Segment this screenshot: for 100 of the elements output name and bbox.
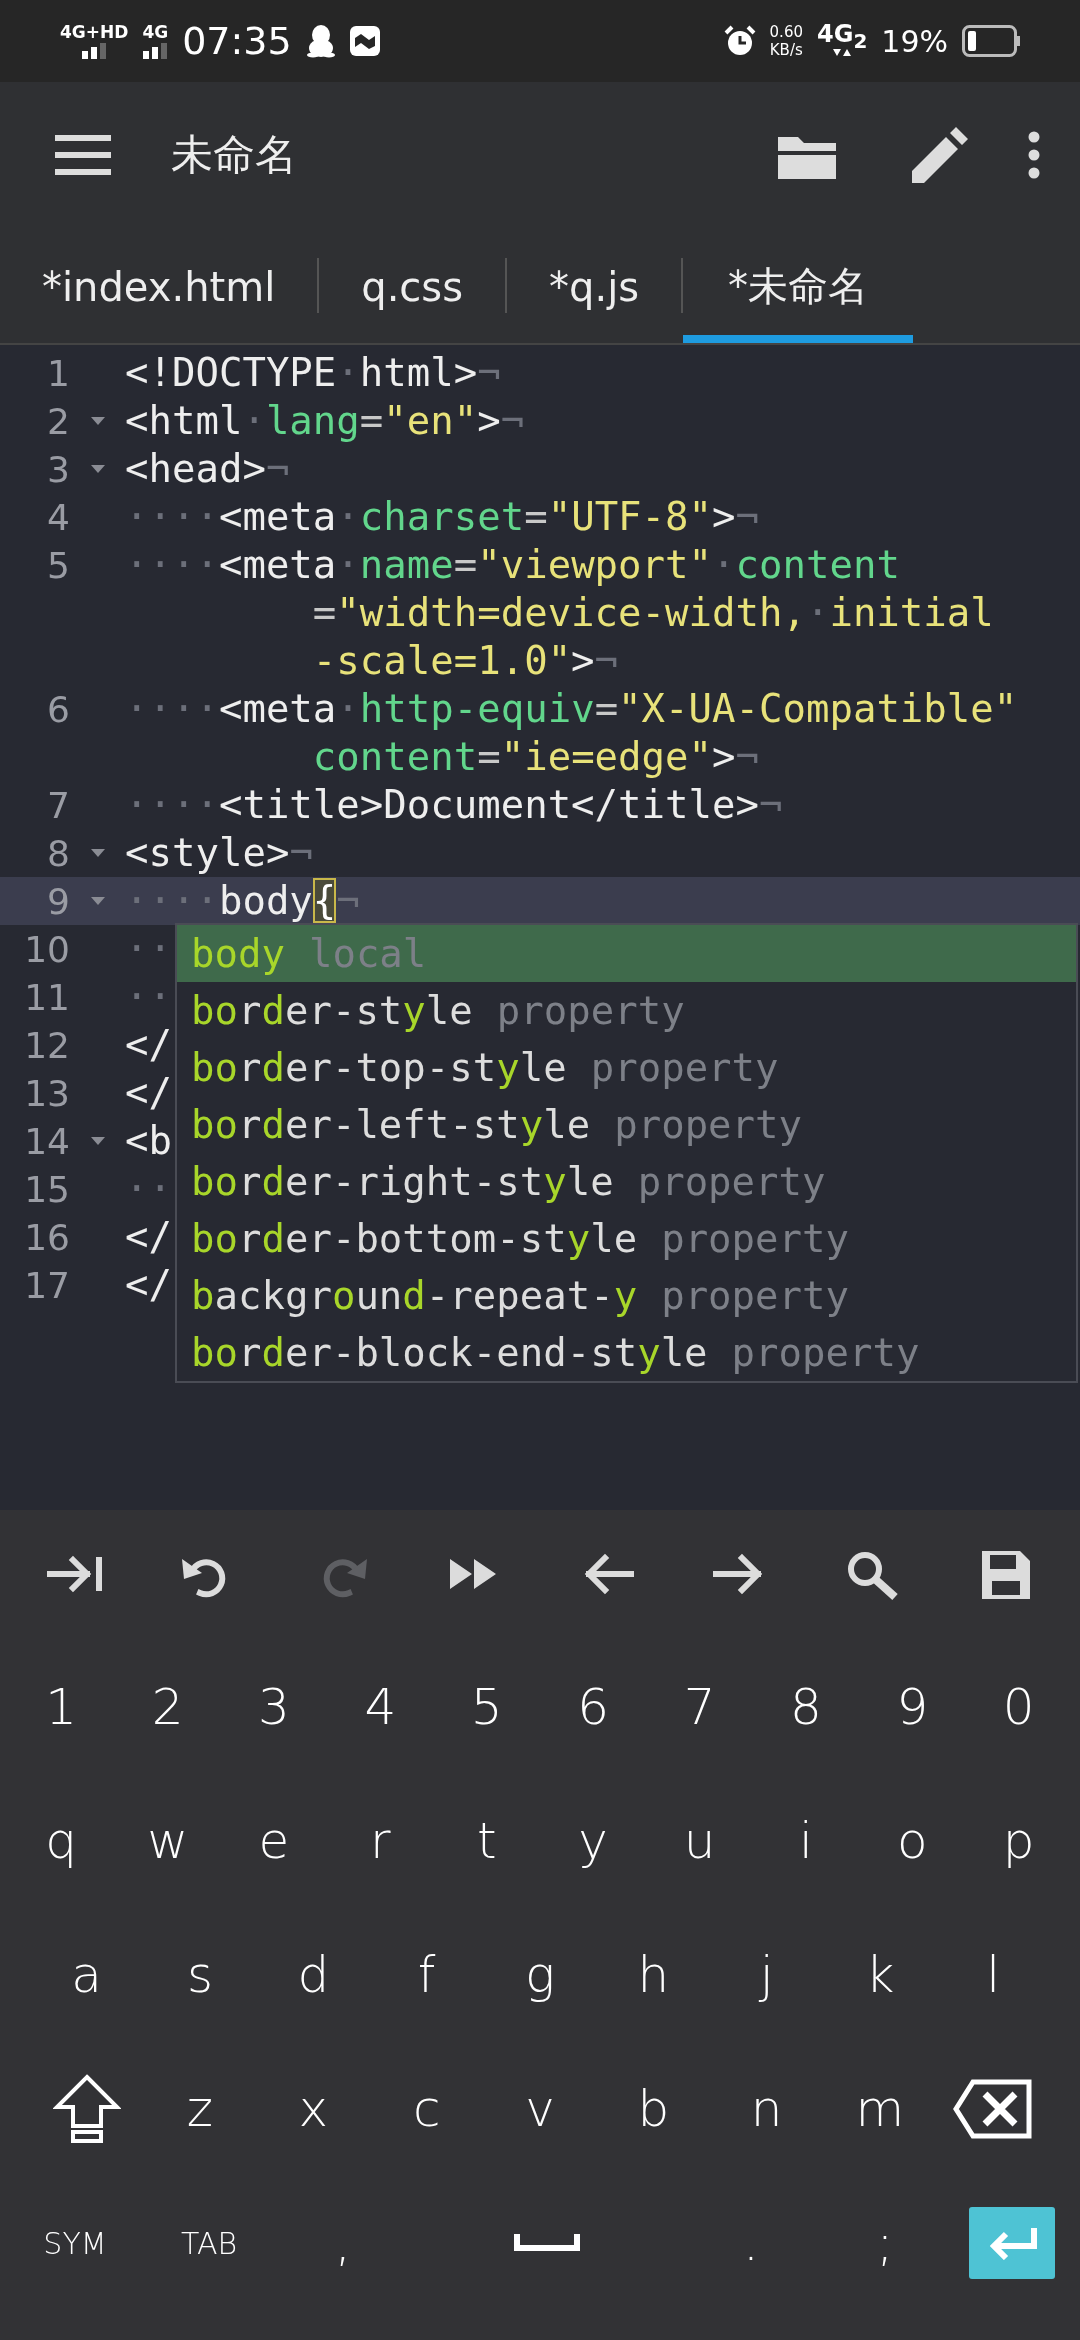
key[interactable]: l (943, 1920, 1044, 2030)
key[interactable]: 1 (11, 1652, 112, 1762)
key[interactable]: e (223, 1786, 324, 1896)
code-line: ·· (125, 973, 172, 1021)
key[interactable]: i (755, 1786, 856, 1896)
code-line: ·· (125, 1165, 172, 1213)
network-type-label: 4G+HD (60, 23, 129, 41)
line-number: 17 (24, 1264, 70, 1306)
key[interactable]: 5 (436, 1652, 537, 1762)
code-line: content="ie=edge">¬ (311, 733, 759, 781)
battery-percentage: 19% (881, 23, 948, 59)
speed-unit: KB/s (769, 41, 803, 59)
key[interactable]: r (330, 1786, 431, 1896)
suggestion-item[interactable]: bo rder-top-style property (177, 1039, 1076, 1096)
code-line: ····<meta·http-equiv="X-UA-Compatible" (125, 685, 1018, 733)
suggestion-item[interactable]: bo rder-right-style property (177, 1153, 1076, 1210)
fold-arrow-icon[interactable] (90, 417, 105, 425)
key[interactable]: z (150, 2054, 250, 2164)
data-arrows-icon (833, 49, 852, 58)
key[interactable]: 9 (862, 1652, 963, 1762)
line-number: 3 (47, 448, 70, 490)
key[interactable]: 2 (117, 1652, 218, 1762)
code-line: <!DOCTYPE·html>¬ (125, 349, 501, 397)
line-number: 6 (47, 688, 70, 730)
key[interactable]: f (376, 1920, 477, 2030)
key[interactable]: b (603, 2054, 704, 2164)
key[interactable]: x (263, 2054, 364, 2164)
file-tab[interactable]: q.css (319, 228, 506, 343)
key[interactable]: t (436, 1786, 537, 1896)
network-type-label: 4G (142, 23, 169, 41)
key[interactable]: y (543, 1786, 644, 1896)
line-number: 12 (24, 1024, 70, 1066)
key[interactable]: s (150, 1920, 250, 2030)
clock-time: 07:35 (182, 19, 292, 63)
fold-arrow-icon[interactable] (90, 1137, 105, 1145)
code-line: -scale=1.0">¬ (311, 637, 619, 685)
code-line: </ (125, 1261, 172, 1309)
key[interactable]: n (716, 2054, 817, 2164)
key[interactable]: h (603, 1920, 704, 2030)
key[interactable]: . (701, 2188, 801, 2298)
suggestion-item[interactable]: bo rder-left-style property (177, 1096, 1076, 1153)
file-tab[interactable]: *q.js (507, 228, 682, 343)
fold-arrow-icon[interactable] (90, 465, 105, 473)
menu-icon (55, 135, 111, 175)
key[interactable]: w (117, 1786, 218, 1896)
key[interactable]: ; (835, 2188, 935, 2298)
key[interactable]: c (376, 2054, 477, 2164)
key[interactable]: g (489, 1920, 590, 2030)
code-line: <b (125, 1117, 172, 1165)
code-line: ····body{¬ (125, 877, 360, 925)
more-options-button[interactable] (1028, 131, 1040, 179)
line-number: 15 (24, 1168, 70, 1210)
line-number: 8 (47, 832, 70, 874)
key[interactable]: 4 (330, 1652, 431, 1762)
fold-arrow-icon[interactable] (90, 897, 105, 905)
suggestion-item[interactable]: bo rder-block-end-style property (177, 1324, 1076, 1381)
suggestion-item[interactable]: background-repeat-y property (177, 1267, 1076, 1324)
key[interactable]: v (489, 2054, 590, 2164)
code-line: ····<meta·charset="UTF-8">¬ (125, 493, 759, 541)
space-bar-icon (514, 2234, 580, 2252)
key[interactable]: 3 (223, 1652, 324, 1762)
suggestion-item[interactable]: body local (177, 925, 1076, 982)
suggestion-item[interactable]: bo rder-style property (177, 982, 1076, 1039)
line-number: 1 (47, 352, 70, 394)
code-line: ····<meta·name="viewport"·content (125, 541, 900, 589)
key[interactable]: TAB (159, 2188, 259, 2298)
key[interactable]: j (716, 1920, 817, 2030)
file-tab[interactable]: *index.html (0, 228, 318, 343)
battery-icon (962, 25, 1020, 57)
suggestion-item[interactable]: bo rder-bottom-style property (177, 1210, 1076, 1267)
key[interactable]: p (968, 1786, 1069, 1896)
key[interactable]: k (829, 1920, 930, 2030)
menu-button[interactable] (55, 135, 111, 175)
fold-arrow-icon[interactable] (90, 849, 105, 857)
code-line: ····<title>Document</title>¬ (125, 781, 783, 829)
signal-bars-icon (82, 41, 107, 59)
code-line: <style>¬ (125, 829, 313, 877)
code-line: </ (125, 1021, 172, 1069)
key[interactable]: a (36, 1920, 137, 2030)
key[interactable]: o (862, 1786, 963, 1896)
key[interactable]: q (11, 1786, 112, 1896)
code-line: <html·lang="en">¬ (125, 397, 525, 445)
key[interactable]: SYM (25, 2188, 125, 2298)
network-speed: 0.60 (769, 23, 803, 41)
line-number: 5 (47, 544, 70, 586)
key[interactable]: , (293, 2188, 393, 2298)
key[interactable]: 8 (755, 1652, 856, 1762)
key[interactable]: 6 (543, 1652, 644, 1762)
line-number: 2 (47, 400, 70, 442)
code-line: </ (125, 1069, 172, 1117)
key[interactable]: 0 (968, 1652, 1069, 1762)
backspace-icon (953, 2079, 1034, 2139)
code-line: ·· (125, 925, 172, 973)
code-line: ="width=device-width,·initial (311, 589, 994, 637)
key[interactable]: m (829, 2054, 930, 2164)
line-number: 7 (47, 784, 70, 826)
key[interactable]: u (649, 1786, 750, 1896)
penguin-icon (305, 24, 336, 58)
key[interactable]: d (263, 1920, 364, 2030)
key[interactable]: 7 (649, 1652, 750, 1762)
